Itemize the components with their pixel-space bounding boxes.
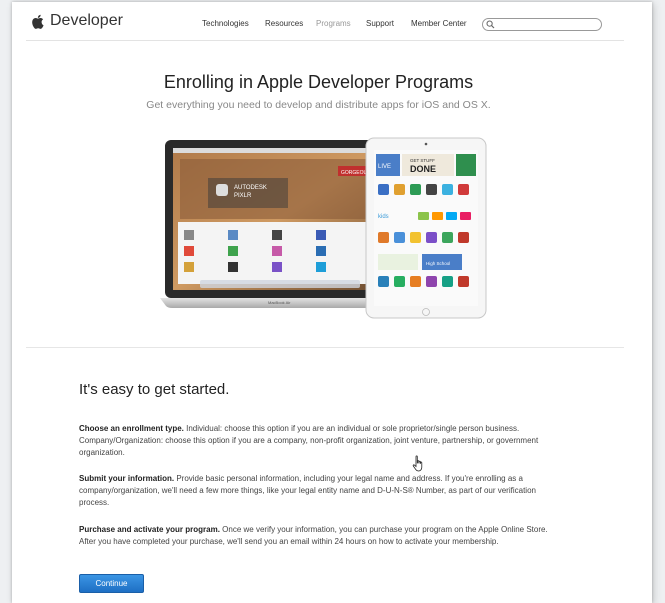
devices-illustration: AUTODESK PIXLR GORGEOUS MacBook Air LIVE… bbox=[160, 137, 487, 319]
svg-text:High School: High School bbox=[426, 261, 450, 266]
page: Developer Technologies Resources Program… bbox=[12, 2, 652, 603]
svg-text:GET STUFF: GET STUFF bbox=[410, 158, 435, 163]
svg-text:AUTODESK: AUTODESK bbox=[234, 185, 267, 191]
step-purchase-activate: Purchase and activate your program. Once… bbox=[79, 524, 559, 548]
search-icon bbox=[486, 20, 495, 29]
apple-logo-icon bbox=[32, 14, 44, 29]
nav-divider bbox=[26, 40, 624, 41]
nav-link-resources[interactable]: Resources bbox=[265, 19, 303, 28]
page-subtitle: Get everything you need to develop and d… bbox=[146, 99, 491, 111]
step-submit-info: Submit your information. Provide basic p… bbox=[79, 473, 559, 509]
nav-link-technologies[interactable]: Technologies bbox=[202, 19, 249, 28]
logo-text: Developer bbox=[50, 12, 123, 29]
nav-link-member-center[interactable]: Member Center bbox=[411, 19, 467, 28]
svg-text:MacBook Air: MacBook Air bbox=[268, 300, 291, 305]
nav-link-programs[interactable]: Programs bbox=[316, 19, 351, 28]
page-title: Enrolling in Apple Developer Programs bbox=[163, 72, 474, 92]
svg-text:kids: kids bbox=[378, 214, 389, 220]
step-enrollment-type: Choose an enrollment type. Individual: c… bbox=[79, 423, 559, 459]
developer-logo[interactable]: Developer bbox=[31, 12, 123, 30]
top-navigation: Developer Technologies Resources Program… bbox=[12, 2, 652, 42]
continue-button[interactable]: Continue bbox=[79, 574, 144, 593]
step-heading: Submit your information. bbox=[79, 474, 175, 483]
step-heading: Purchase and activate your program. bbox=[79, 525, 220, 534]
search-field[interactable] bbox=[482, 18, 602, 31]
nav-link-support[interactable]: Support bbox=[366, 19, 394, 28]
svg-text:DONE: DONE bbox=[410, 164, 436, 174]
section-divider bbox=[26, 347, 624, 348]
steps-title: It's easy to get started. bbox=[79, 381, 230, 398]
hand-cursor-icon bbox=[412, 455, 423, 472]
laptop-device: AUTODESK PIXLR GORGEOUS MacBook Air bbox=[160, 140, 398, 308]
step-heading: Choose an enrollment type. bbox=[79, 424, 184, 433]
svg-text:PIXLR: PIXLR bbox=[234, 193, 252, 199]
svg-text:LIVE: LIVE bbox=[378, 164, 391, 170]
tablet-device: LIVE GET STUFF DONE kids High School bbox=[365, 137, 487, 319]
